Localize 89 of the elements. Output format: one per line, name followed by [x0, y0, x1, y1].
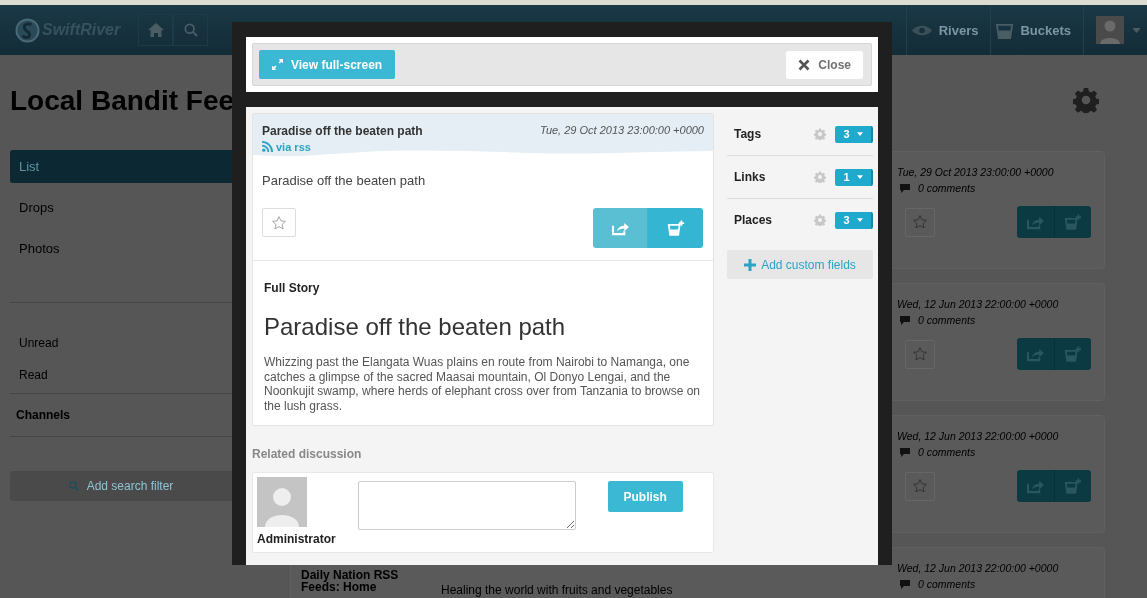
- publish-button[interactable]: Publish: [607, 481, 683, 513]
- drop-date: Wed, 12 Jun 2013 22:00:00 +0000: [897, 430, 1060, 442]
- count-dropdown[interactable]: 3: [835, 125, 873, 143]
- avatar-icon[interactable]: [1096, 16, 1124, 44]
- filter-item[interactable]: Unread: [10, 327, 232, 359]
- settings-icon[interactable]: [1073, 87, 1099, 113]
- comment-icon: [900, 579, 910, 589]
- drop-date: Wed, 12 Jun 2013 22:00:00 +0000: [897, 298, 1060, 310]
- drop-text: Paradise off the beaten path: [261, 172, 427, 188]
- add-to-bucket-button[interactable]: [1054, 470, 1091, 502]
- nav-link[interactable]: Buckets: [990, 5, 1083, 55]
- star-icon: [912, 214, 928, 230]
- section-heading: Related discussion: [252, 447, 363, 462]
- star-icon: [271, 214, 287, 231]
- comment-count[interactable]: 0 comments: [918, 182, 976, 194]
- settings-icon[interactable]: [814, 171, 826, 183]
- caret-icon: [856, 175, 863, 179]
- caret-icon: [856, 132, 863, 136]
- count-dropdown[interactable]: 1: [835, 168, 873, 186]
- expand-icon: [272, 59, 283, 70]
- drop-date: Tue, 29 Oct 2013 23:00:00 +0000: [540, 124, 704, 138]
- star-button[interactable]: [905, 471, 935, 501]
- share-button[interactable]: [1017, 338, 1054, 370]
- comment-icon: [900, 447, 910, 457]
- source-link[interactable]: via rss: [262, 140, 311, 153]
- eye-icon: [910, 23, 933, 37]
- rss-icon: [262, 141, 273, 152]
- view-tab[interactable]: List: [10, 150, 232, 183]
- view-full-screen-button[interactable]: View full-screen: [259, 50, 396, 79]
- close-icon: [798, 58, 811, 71]
- bucket-icon: [995, 21, 1015, 39]
- avatar-icon: [257, 477, 307, 528]
- meta-label: Tags: [734, 127, 763, 141]
- share-button[interactable]: [1017, 470, 1054, 502]
- bucket-icon: [1064, 477, 1082, 495]
- add-to-bucket-button[interactable]: [648, 208, 703, 248]
- comment-icon: [900, 315, 910, 325]
- drop-date: Tue, 29 Oct 2013 23:00:00 +0000: [897, 166, 1055, 178]
- section-label: Full Story: [264, 281, 321, 295]
- close-button[interactable]: Close: [786, 50, 863, 79]
- star-icon: [912, 478, 928, 494]
- drop-date: Wed, 12 Jun 2013 22:00:00 +0000: [897, 562, 1060, 574]
- channels-heading: Channels: [16, 408, 70, 422]
- add-to-bucket-button[interactable]: [1054, 338, 1091, 370]
- author-name: Administrator: [257, 532, 336, 547]
- share-button[interactable]: [593, 208, 648, 248]
- bucket-icon: [1064, 213, 1082, 231]
- add-custom-fields-button[interactable]: Add custom fields: [727, 250, 873, 279]
- page-title: Local Bandit Fee: [10, 85, 232, 118]
- story-body: Whizzing past the Elangata Wuas plains en route from Nairobi to Namanga, one catches a glimpse of the sacred Maasai mountain, Ol Donyo Lengai, and the Noonkujit swamp, where herds of elephant cross over from Tanzania to browse on the lush grass.: [264, 355, 701, 414]
- comment-icon: [900, 183, 910, 193]
- caret-icon[interactable]: [1132, 27, 1141, 33]
- count-dropdown[interactable]: 3: [835, 211, 873, 229]
- search-icon: [68, 481, 79, 491]
- comment-field[interactable]: [357, 481, 576, 531]
- star-icon: [912, 346, 928, 362]
- filter-item[interactable]: Read: [10, 359, 232, 391]
- view-tab[interactable]: Drops: [10, 191, 232, 224]
- meta-label: Places: [734, 213, 774, 227]
- share-icon: [610, 220, 630, 236]
- view-tab[interactable]: Photos: [10, 232, 232, 265]
- home-button[interactable]: [138, 14, 174, 46]
- star-button[interactable]: [905, 207, 935, 237]
- share-icon: [1026, 214, 1045, 230]
- drop-text: Healing the world with fruits and vegetables: [441, 583, 673, 597]
- bucket-icon: [1064, 345, 1082, 363]
- share-icon: [1026, 346, 1045, 362]
- plus-icon: [744, 258, 757, 271]
- logo-icon: [15, 17, 40, 43]
- comment-count[interactable]: 0 comments: [918, 446, 976, 458]
- caret-icon: [856, 218, 863, 222]
- story-headline: Paradise off the beaten path: [264, 313, 567, 341]
- drop-title: Paradise off the beaten path: [262, 124, 423, 138]
- star-button[interactable]: [905, 339, 935, 369]
- settings-icon[interactable]: [814, 214, 826, 226]
- home-icon: [147, 23, 164, 37]
- nav-link[interactable]: Rivers: [905, 5, 991, 55]
- add-to-bucket-button[interactable]: [1054, 206, 1091, 238]
- search-button[interactable]: [173, 14, 209, 46]
- comment-count[interactable]: 0 comments: [918, 578, 976, 590]
- share-button[interactable]: [1017, 206, 1054, 238]
- search-icon: [183, 23, 198, 37]
- drop-title[interactable]: Daily Nation RSS Feeds: Home: [301, 569, 401, 593]
- bucket-icon: [666, 219, 685, 237]
- settings-icon[interactable]: [814, 128, 826, 140]
- add-search-filter-button[interactable]: Add search filter: [10, 471, 232, 501]
- meta-label: Links: [734, 170, 767, 184]
- comment-count[interactable]: 0 comments: [918, 314, 976, 326]
- share-icon: [1026, 478, 1045, 494]
